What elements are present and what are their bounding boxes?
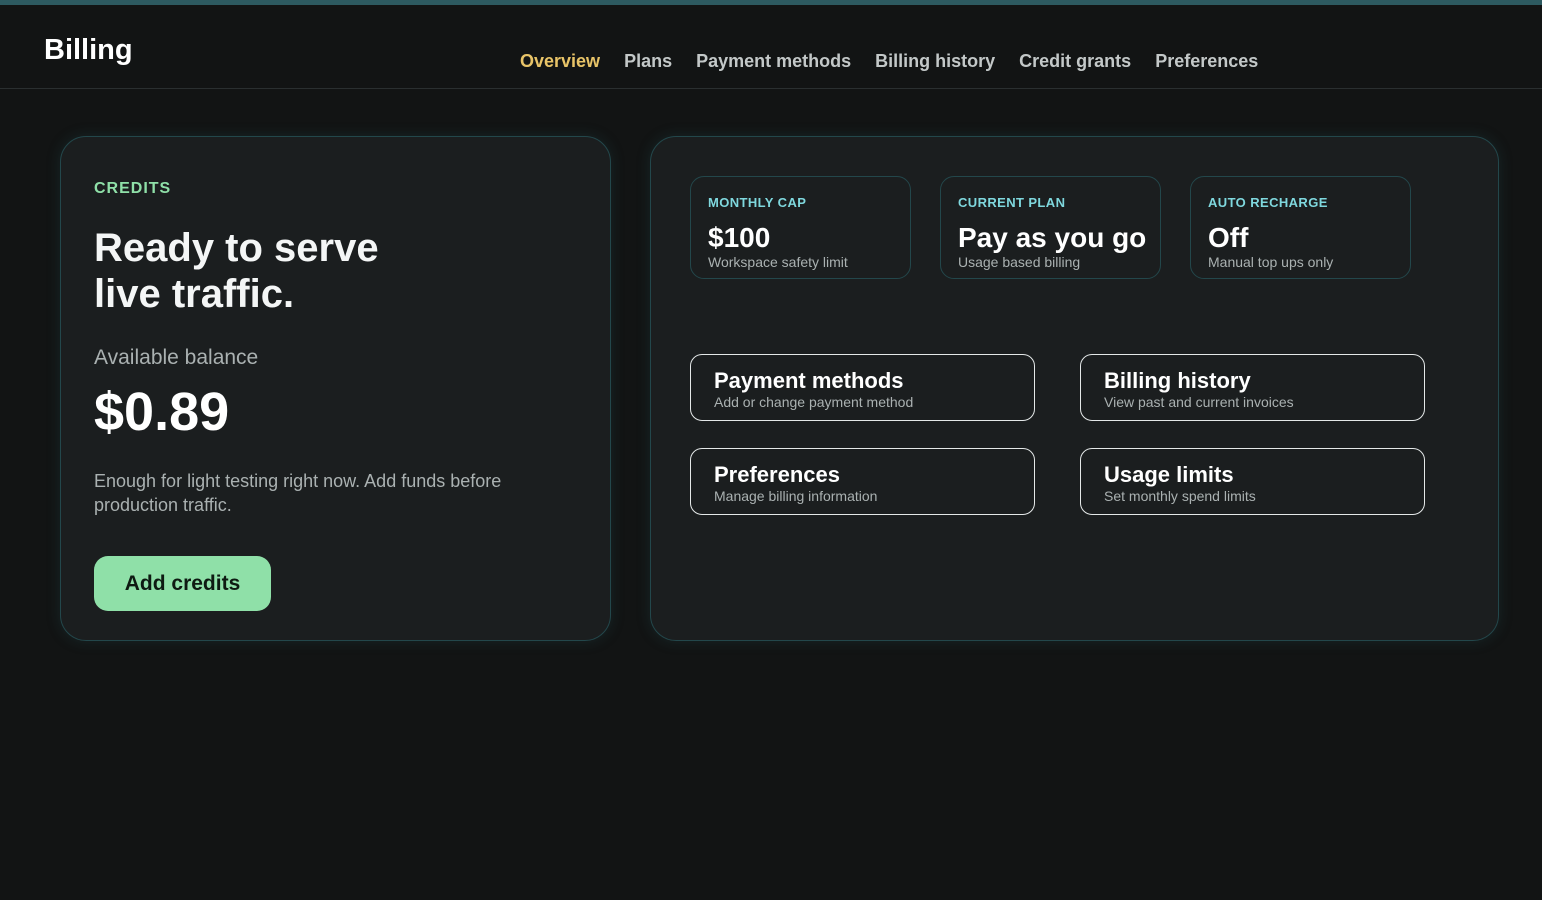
- stat-subtext: Usage based billing: [958, 254, 1081, 270]
- credits-headline: Ready to serve live traffic.: [94, 225, 514, 317]
- stat-value: $100: [708, 222, 771, 253]
- stat-auto-recharge: AUTO RECHARGE Off Manual top ups only: [1190, 176, 1411, 279]
- preferences-link[interactable]: Preferences Manage billing information: [690, 448, 1035, 515]
- billing-history-link[interactable]: Billing history View past and current in…: [1080, 354, 1425, 421]
- stat-label: AUTO RECHARGE: [1208, 195, 1328, 210]
- stat-monthly-cap: MONTHLY CAP $100 Workspace safety limit: [690, 176, 911, 279]
- tab-overview[interactable]: Overview: [508, 49, 612, 73]
- link-subtitle: Manage billing information: [714, 488, 878, 504]
- billing-tabs: Overview Plans Payment methods Billing h…: [508, 49, 1270, 73]
- credits-eyebrow: CREDITS: [94, 180, 172, 197]
- link-title: Usage limits: [1104, 462, 1234, 487]
- app-header: Billing Overview Plans Payment methods B…: [0, 5, 1542, 89]
- link-title: Billing history: [1104, 368, 1251, 393]
- link-title: Payment methods: [714, 368, 904, 393]
- stat-value: Off: [1208, 222, 1249, 253]
- stat-current-plan: CURRENT PLAN Pay as you go Usage based b…: [940, 176, 1161, 279]
- link-subtitle: Set monthly spend limits: [1104, 488, 1256, 504]
- tab-plans[interactable]: Plans: [612, 49, 684, 73]
- payment-methods-link[interactable]: Payment methods Add or change payment me…: [690, 354, 1035, 421]
- tab-credit-grants[interactable]: Credit grants: [1007, 49, 1143, 73]
- stat-subtext: Workspace safety limit: [708, 254, 848, 270]
- link-title: Preferences: [714, 462, 840, 487]
- stat-value: Pay as you go: [958, 222, 1147, 253]
- stat-subtext: Manual top ups only: [1208, 254, 1334, 270]
- link-subtitle: Add or change payment method: [714, 394, 914, 410]
- headline-line-2: live traffic.: [94, 272, 295, 316]
- page-title: Billing: [44, 34, 133, 66]
- headline-line-1: Ready to serve: [94, 226, 379, 270]
- stat-label: CURRENT PLAN: [958, 195, 1066, 210]
- tab-payment-methods[interactable]: Payment methods: [684, 49, 863, 73]
- balance-amount: $0.89: [94, 382, 230, 442]
- credits-card: CREDITS Ready to serve live traffic. Ava…: [60, 136, 611, 641]
- tab-preferences[interactable]: Preferences: [1143, 49, 1270, 73]
- link-subtitle: View past and current invoices: [1104, 394, 1294, 410]
- tab-billing-history[interactable]: Billing history: [863, 49, 1007, 73]
- balance-note: Enough for light testing right now. Add …: [94, 471, 502, 515]
- add-credits-button[interactable]: Add credits: [94, 556, 271, 611]
- billing-summary-card: MONTHLY CAP $100 Workspace safety limit …: [650, 136, 1499, 641]
- usage-limits-link[interactable]: Usage limits Set monthly spend limits: [1080, 448, 1425, 515]
- stat-label: MONTHLY CAP: [708, 195, 807, 210]
- balance-label: Available balance: [94, 346, 259, 369]
